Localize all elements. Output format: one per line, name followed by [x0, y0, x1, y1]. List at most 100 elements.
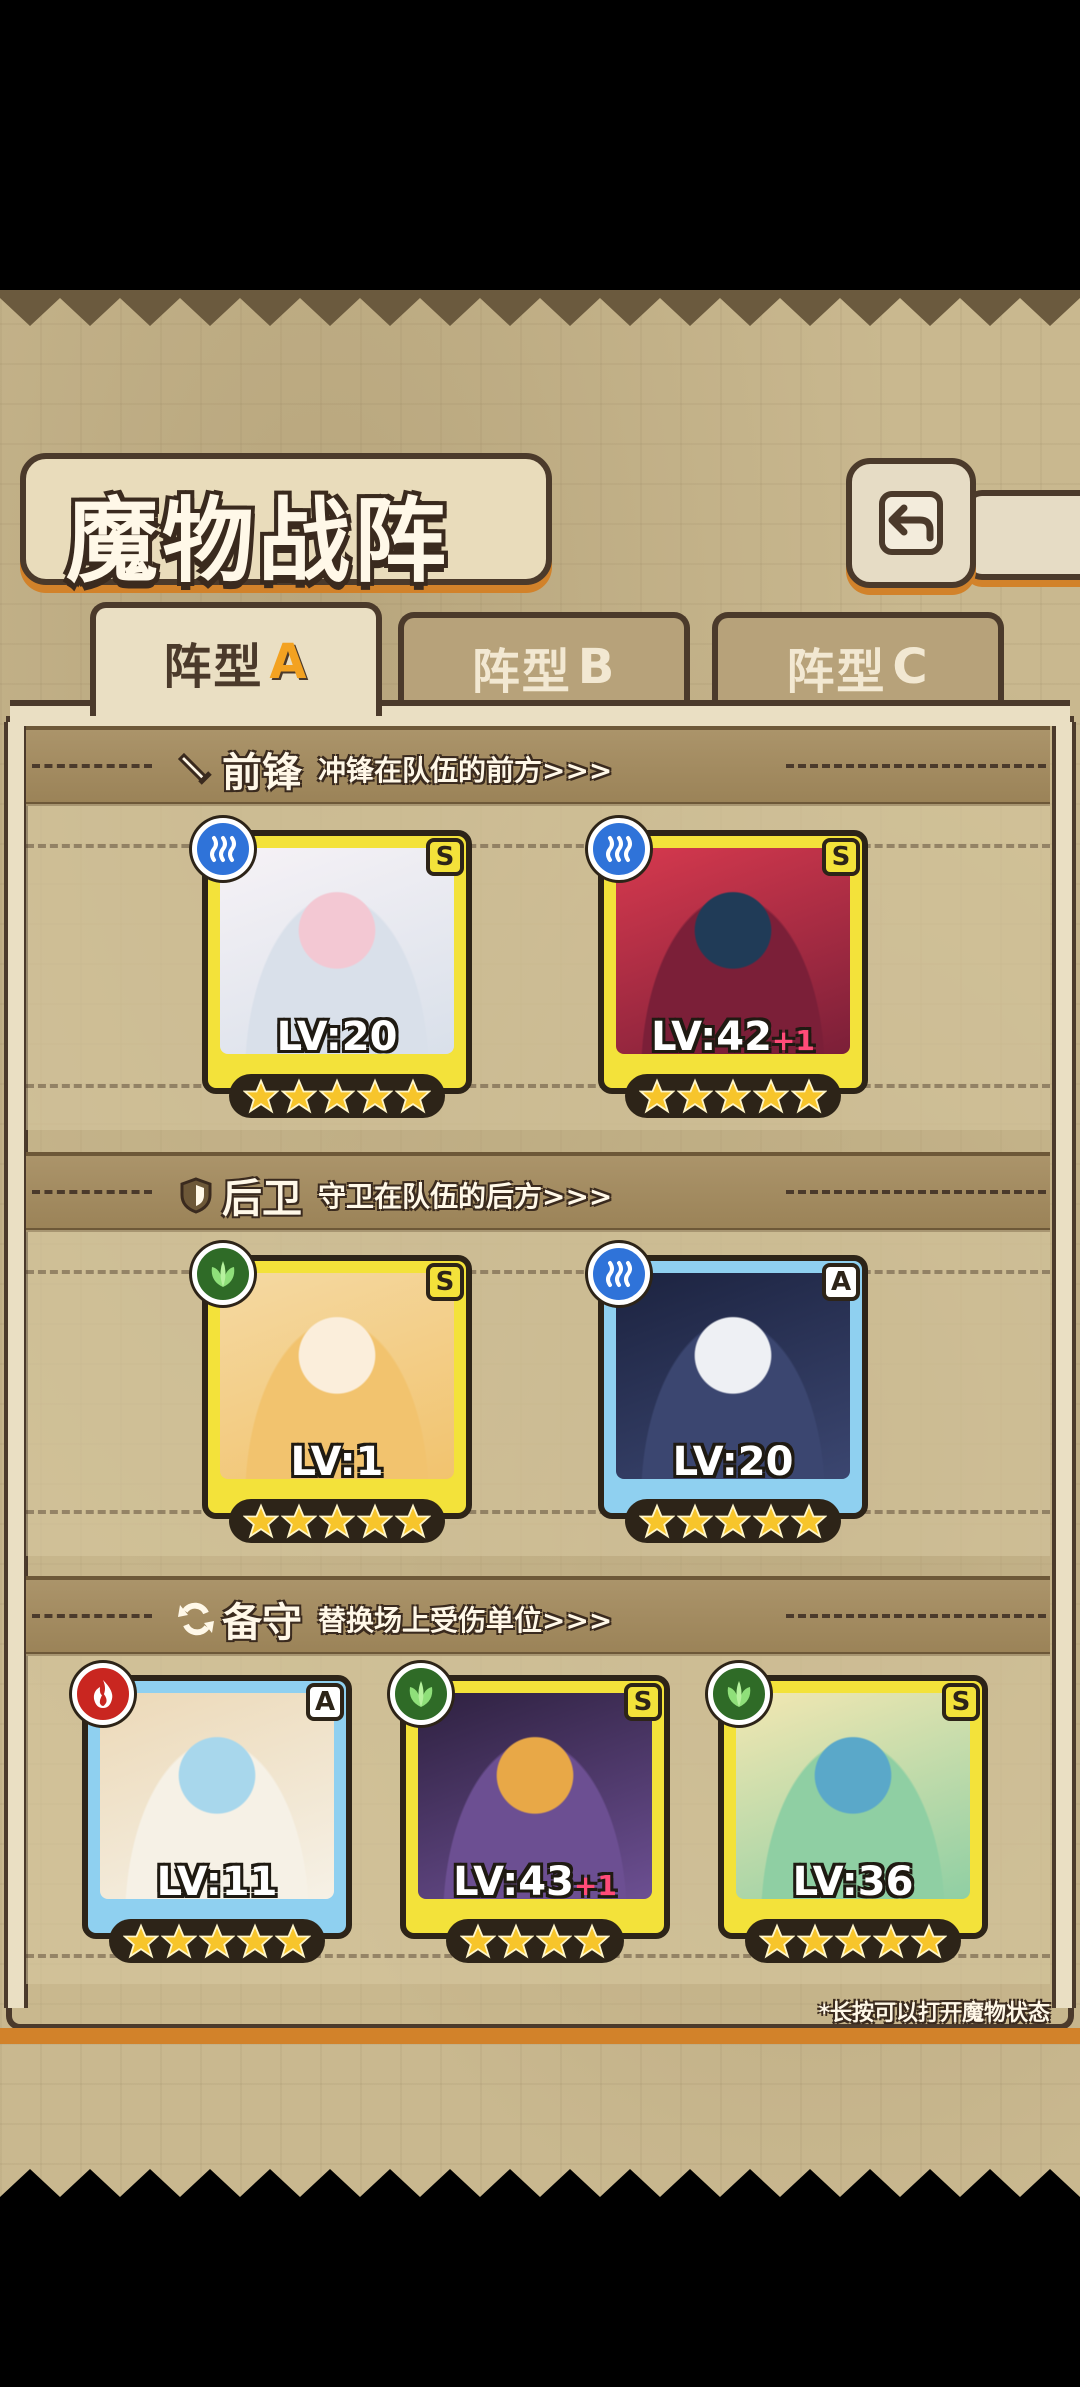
star-icon — [639, 1078, 675, 1114]
monster-card[interactable]: S LV:20 — [192, 818, 472, 1118]
star-rating — [229, 1074, 445, 1118]
star-icon — [536, 1923, 572, 1959]
level-label: LV:43+1 — [406, 1859, 664, 1905]
long-press-hint: *长按可以打开魔物状态 — [818, 2001, 1050, 2026]
star-icon — [639, 1503, 675, 1539]
section-subtitle: 替换场上受伤单位>>> — [318, 1604, 613, 1637]
rank-badge: A — [306, 1683, 344, 1721]
top-zigzag-border — [0, 290, 1080, 326]
star-icon — [123, 1923, 159, 1959]
star-icon — [243, 1503, 279, 1539]
tab-formation-a[interactable]: 阵型 A — [90, 602, 382, 716]
section-header-reserve: 备守 替换场上受伤单位>>> — [26, 1576, 1050, 1656]
level-label: LV:20 — [604, 1439, 862, 1485]
element-badge — [72, 1663, 134, 1725]
star-icon — [753, 1503, 789, 1539]
star-rating — [446, 1919, 624, 1963]
leaf-element-icon — [409, 1681, 433, 1707]
title-banner: 魔物战阵 — [20, 453, 552, 595]
star-rating — [625, 1074, 841, 1118]
bottom-zigzag-border — [0, 2169, 1080, 2205]
star-icon — [791, 1503, 827, 1539]
element-badge — [708, 1663, 770, 1725]
fire-element-icon — [93, 1680, 113, 1708]
star-icon — [319, 1078, 355, 1114]
rank-letter: A — [830, 1267, 852, 1297]
star-icon — [243, 1078, 279, 1114]
formation-panel: 魔物战阵 阵型 A 阵型 B 阵型 C 前锋 冲锋在队伍的前方>>> 后卫 守卫… — [0, 290, 1080, 2205]
shield-icon — [180, 1177, 212, 1214]
star-icon — [460, 1923, 496, 1959]
star-rating — [745, 1919, 961, 1963]
rank-letter: S — [435, 842, 455, 872]
level-bonus: +1 — [573, 1869, 617, 1902]
water-element-icon — [606, 836, 632, 862]
element-badge — [390, 1663, 452, 1725]
star-icon — [677, 1503, 713, 1539]
monster-card[interactable]: A LV:11 — [72, 1663, 352, 1963]
level-label: LV:20 — [208, 1014, 466, 1060]
element-badge — [588, 818, 650, 880]
water-element-icon — [210, 836, 236, 862]
star-icon — [797, 1923, 833, 1959]
monster-card[interactable]: S LV:1 — [192, 1243, 472, 1543]
star-icon — [835, 1923, 871, 1959]
level-label: LV:11 — [88, 1859, 346, 1905]
element-badge — [588, 1243, 650, 1305]
star-icon — [498, 1923, 534, 1959]
star-icon — [395, 1503, 431, 1539]
tab-letter: B — [577, 639, 617, 695]
section-header-back: 后卫 守卫在队伍的后方>>> — [26, 1152, 1050, 1232]
star-icon — [873, 1923, 909, 1959]
tab-letter: C — [892, 639, 930, 695]
star-rating — [625, 1499, 841, 1543]
star-icon — [574, 1923, 610, 1959]
page-title: 魔物战阵 — [66, 488, 451, 595]
leaf-element-icon — [211, 1261, 235, 1287]
frame-left-post — [4, 722, 28, 2008]
level-label: LV:42+1 — [604, 1014, 862, 1060]
tab-label: 阵型 — [786, 644, 887, 700]
back-button[interactable] — [846, 458, 976, 588]
rank-letter: A — [314, 1687, 336, 1717]
star-icon — [357, 1078, 393, 1114]
back-row-band — [26, 1230, 1050, 1556]
rank-letter: S — [633, 1687, 653, 1717]
rank-letter: S — [951, 1687, 971, 1717]
section-title: 前锋 — [222, 750, 302, 796]
star-icon — [715, 1078, 751, 1114]
star-icon — [237, 1923, 273, 1959]
level-bonus: +1 — [771, 1024, 815, 1057]
leaf-element-icon — [727, 1681, 751, 1707]
element-badge — [192, 818, 254, 880]
monster-card[interactable]: S LV:43+1 — [390, 1663, 670, 1963]
tab-letter: A — [269, 634, 309, 690]
section-subtitle: 守卫在队伍的后方>>> — [318, 1180, 613, 1213]
star-icon — [199, 1923, 235, 1959]
rank-badge: S — [822, 838, 860, 876]
star-rating — [229, 1499, 445, 1543]
star-icon — [281, 1078, 317, 1114]
star-icon — [319, 1503, 355, 1539]
tab-label: 阵型 — [163, 639, 264, 695]
section-title: 备守 — [222, 1600, 302, 1646]
tab-label: 阵型 — [471, 644, 572, 700]
star-icon — [759, 1923, 795, 1959]
front-row-band — [26, 804, 1050, 1130]
level-value: LV:11 — [156, 1859, 278, 1905]
star-rating — [109, 1919, 325, 1963]
header-rail — [964, 490, 1080, 580]
level-value: LV:36 — [792, 1859, 914, 1905]
star-icon — [715, 1503, 751, 1539]
star-icon — [357, 1503, 393, 1539]
star-icon — [395, 1078, 431, 1114]
return-arrow-icon — [879, 491, 943, 555]
monster-card[interactable]: S LV:36 — [708, 1663, 988, 1963]
star-icon — [791, 1078, 827, 1114]
rank-badge: A — [822, 1263, 860, 1301]
level-label: LV:1 — [208, 1439, 466, 1485]
level-label: LV:36 — [724, 1859, 982, 1905]
monster-card[interactable]: S LV:42+1 — [588, 818, 868, 1118]
monster-card[interactable]: A LV:20 — [588, 1243, 868, 1543]
level-value: LV:1 — [290, 1439, 384, 1485]
